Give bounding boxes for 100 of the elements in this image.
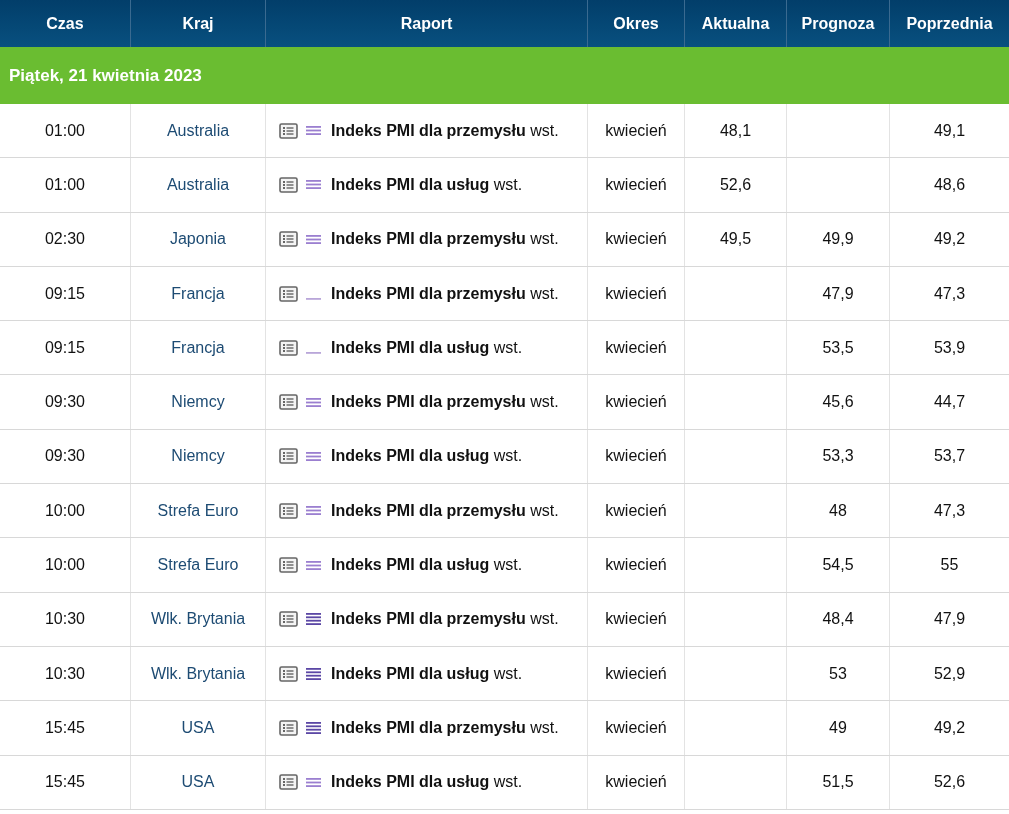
actual-value: 52,6 xyxy=(719,175,752,194)
importance-bars-icon xyxy=(306,777,321,787)
report-title[interactable]: Indeks PMI dla przemysłu wst. xyxy=(331,610,559,629)
report-title[interactable]: Indeks PMI dla usług wst. xyxy=(331,447,523,466)
previous-value: 53,7 xyxy=(933,447,966,466)
period-cell: kwiecień xyxy=(605,230,667,249)
forecast-value: 53 xyxy=(829,664,847,683)
single-bar-icon xyxy=(306,352,321,355)
importance-bars-icon xyxy=(306,721,321,734)
forecast-value: 47,9 xyxy=(822,284,854,303)
country-link[interactable]: Strefa Euro xyxy=(157,556,239,574)
period-cell: kwiecień xyxy=(605,284,667,303)
country-link[interactable]: Wlk. Brytania xyxy=(150,664,246,683)
forecast-value: 45,6 xyxy=(822,393,854,412)
importance-bars-icon xyxy=(306,180,321,190)
previous-value: 47,9 xyxy=(933,610,966,629)
report-title[interactable]: Indeks PMI dla przemysłu wst. xyxy=(331,230,559,249)
time-cell: 15:45 xyxy=(44,773,85,792)
previous-value: 49,1 xyxy=(933,121,966,140)
country-link[interactable]: Niemcy xyxy=(171,393,225,412)
country-link[interactable]: USA xyxy=(181,718,215,737)
importance-bars-icon xyxy=(306,613,321,626)
time-cell: 10:00 xyxy=(44,501,85,520)
previous-value: 52,6 xyxy=(933,773,966,792)
report-title[interactable]: Indeks PMI dla przemysłu wst. xyxy=(331,284,559,303)
importance-bars-icon xyxy=(306,397,321,407)
forecast-value: 53,5 xyxy=(822,338,854,357)
document-list-icon[interactable] xyxy=(279,285,298,302)
period-cell: kwiecień xyxy=(605,773,667,792)
document-list-icon[interactable] xyxy=(279,719,298,736)
document-list-icon[interactable] xyxy=(279,394,298,411)
document-list-icon[interactable] xyxy=(279,502,298,519)
previous-value: 53,9 xyxy=(933,338,966,357)
period-cell: kwiecień xyxy=(605,447,667,466)
country-link[interactable]: Australia xyxy=(166,121,230,140)
document-list-icon[interactable] xyxy=(279,339,298,356)
country-link[interactable]: Australia xyxy=(166,175,230,194)
report-title[interactable]: Indeks PMI dla przemysłu wst. xyxy=(331,393,559,412)
time-cell: 09:15 xyxy=(44,338,85,357)
time-cell: 09:30 xyxy=(44,393,85,412)
forecast-value: 54,5 xyxy=(822,556,854,574)
single-bar-icon xyxy=(306,298,321,301)
country-link[interactable]: USA xyxy=(181,773,215,792)
document-list-icon[interactable] xyxy=(279,122,298,139)
country-link[interactable]: Japonia xyxy=(169,230,226,249)
report-title[interactable]: Indeks PMI dla usług wst. xyxy=(331,175,523,194)
country-link[interactable]: Niemcy xyxy=(171,447,225,466)
country-link[interactable]: Strefa Euro xyxy=(157,501,239,520)
previous-value: 55 xyxy=(940,556,959,574)
report-title[interactable]: Indeks PMI dla usług wst. xyxy=(331,664,523,683)
forecast-value: 51,5 xyxy=(822,773,854,792)
actual-value: 49,5 xyxy=(719,230,752,249)
forecast-value: 48,4 xyxy=(822,610,854,629)
document-list-icon[interactable] xyxy=(279,665,298,682)
period-cell: kwiecień xyxy=(605,393,667,412)
previous-value: 48,6 xyxy=(933,175,966,194)
time-cell: 15:45 xyxy=(44,718,85,737)
importance-bars-icon xyxy=(306,667,321,680)
forecast-value: 53,3 xyxy=(822,447,854,466)
report-title[interactable]: Indeks PMI dla usług wst. xyxy=(331,338,523,357)
report-title[interactable]: Indeks PMI dla przemysłu wst. xyxy=(331,121,559,140)
time-cell: 09:30 xyxy=(44,447,85,466)
time-cell: 10:30 xyxy=(44,664,85,683)
document-list-icon[interactable] xyxy=(279,231,298,248)
report-title[interactable]: Indeks PMI dla usług wst. xyxy=(331,556,523,574)
report-title[interactable]: Indeks PMI dla przemysłu wst. xyxy=(331,501,559,520)
time-cell: 09:15 xyxy=(44,284,85,303)
time-cell: 01:00 xyxy=(44,175,85,194)
document-list-icon[interactable] xyxy=(279,611,298,628)
period-cell: kwiecień xyxy=(605,501,667,520)
time-cell: 10:30 xyxy=(44,610,85,629)
previous-value: 47,3 xyxy=(933,501,966,520)
time-cell: 10:00 xyxy=(44,556,85,574)
column-header: Czas xyxy=(45,13,85,34)
importance-bars-icon xyxy=(306,560,321,570)
previous-value: 49,2 xyxy=(933,718,966,737)
country-link[interactable]: Wlk. Brytania xyxy=(150,610,246,629)
previous-value: 47,3 xyxy=(933,284,966,303)
period-cell: kwiecień xyxy=(605,175,667,194)
period-cell: kwiecień xyxy=(605,718,667,737)
country-link[interactable]: Francja xyxy=(171,284,225,303)
date-heading: Piątek, 21 kwietnia 2023 xyxy=(9,65,202,86)
period-cell: kwiecień xyxy=(605,556,667,574)
previous-value: 44,7 xyxy=(933,393,966,412)
importance-bars-icon xyxy=(306,506,321,516)
time-cell: 01:00 xyxy=(44,121,85,140)
document-list-icon[interactable] xyxy=(279,176,298,193)
forecast-value: 48 xyxy=(829,501,847,520)
importance-bars-icon xyxy=(306,126,321,136)
document-list-icon[interactable] xyxy=(279,448,298,465)
document-list-icon[interactable] xyxy=(279,557,298,573)
report-title[interactable]: Indeks PMI dla usług wst. xyxy=(331,773,523,792)
previous-value: 49,2 xyxy=(933,230,966,249)
report-title[interactable]: Indeks PMI dla przemysłu wst. xyxy=(331,718,559,737)
country-link[interactable]: Francja xyxy=(171,338,225,357)
period-cell: kwiecień xyxy=(605,664,667,683)
importance-bars-icon xyxy=(306,451,321,461)
period-cell: kwiecień xyxy=(605,338,667,357)
forecast-value: 49 xyxy=(829,718,847,737)
document-list-icon[interactable] xyxy=(279,774,298,791)
